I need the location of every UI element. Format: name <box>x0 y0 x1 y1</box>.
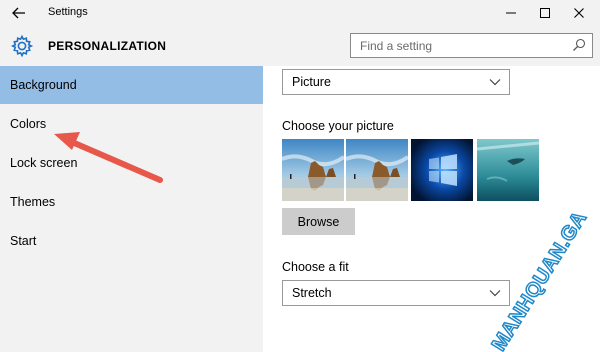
background-select-value: Picture <box>292 75 331 89</box>
search-box[interactable] <box>350 33 593 58</box>
minimize-icon <box>506 12 516 14</box>
picture-thumbnail-windows-logo[interactable] <box>411 139 473 201</box>
sidebar-item-start[interactable]: Start <box>0 222 263 260</box>
maximize-button[interactable] <box>530 0 560 26</box>
back-arrow-icon <box>12 7 25 19</box>
minimize-button[interactable] <box>496 0 526 26</box>
fit-select[interactable]: Stretch <box>282 280 510 306</box>
sidebar-item-label: Lock screen <box>10 156 78 170</box>
window-title: Settings <box>48 6 88 18</box>
sidebar-item-label: Background <box>10 78 77 92</box>
gear-icon <box>10 34 34 58</box>
chevron-down-icon <box>489 290 501 297</box>
sidebar-item-label: Colors <box>10 117 47 131</box>
sidebar-item-themes[interactable]: Themes <box>0 183 263 221</box>
sidebar-item-lock-screen[interactable]: Lock screen <box>0 144 263 182</box>
picture-thumbnail-underwater[interactable] <box>477 139 539 201</box>
choose-picture-label: Choose your picture <box>282 119 394 133</box>
close-button[interactable] <box>564 0 594 26</box>
content-pane: Picture Choose your picture Browse Choos… <box>263 66 600 352</box>
sidebar-item-background[interactable]: Background <box>0 66 263 104</box>
title-bar: Settings <box>0 0 600 26</box>
picture-thumbnail-rock-beach[interactable] <box>282 139 344 201</box>
sidebar-item-label: Start <box>10 234 37 248</box>
close-icon <box>574 8 584 18</box>
maximize-icon <box>540 8 550 18</box>
search-icon[interactable] <box>572 38 586 52</box>
fit-select-value: Stretch <box>292 286 332 300</box>
back-button[interactable] <box>6 2 32 24</box>
background-select[interactable]: Picture <box>282 69 510 95</box>
sidebar: Background Colors Lock screen Themes Sta… <box>0 66 263 352</box>
sidebar-item-label: Themes <box>10 195 56 209</box>
search-input[interactable] <box>351 34 566 57</box>
page-title: PERSONALIZATION <box>48 39 167 53</box>
sidebar-item-colors[interactable]: Colors <box>0 105 263 143</box>
browse-button[interactable]: Browse <box>282 208 355 235</box>
picture-thumbnail-rock-beach[interactable] <box>346 139 408 201</box>
choose-fit-label: Choose a fit <box>282 260 349 274</box>
page-header: PERSONALIZATION <box>0 26 600 66</box>
settings-window: Settings PERSONALIZATION Find a setting … <box>0 0 600 352</box>
chevron-down-icon <box>489 79 501 86</box>
